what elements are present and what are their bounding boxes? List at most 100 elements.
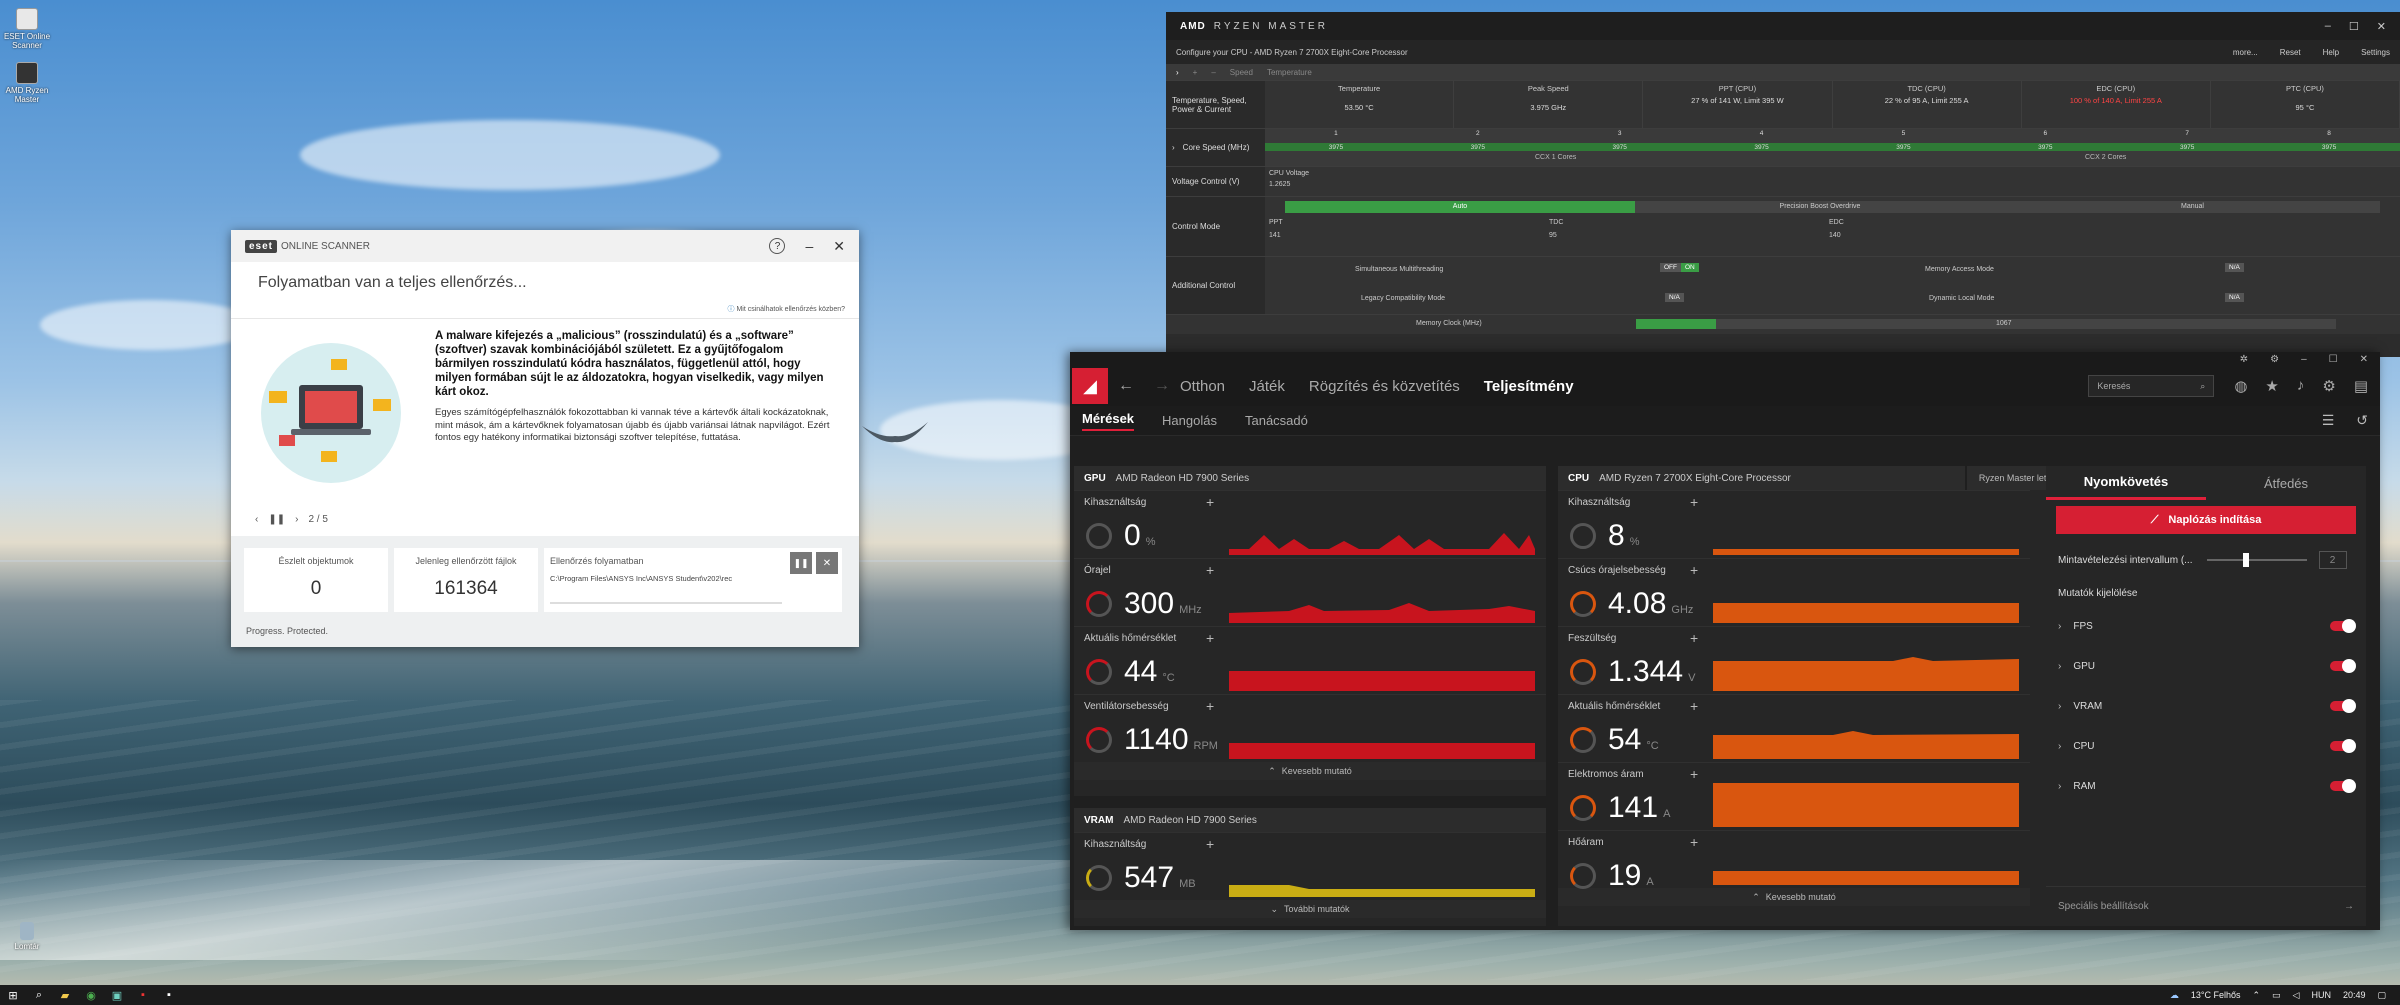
search-icon[interactable]: ⌕ (26, 985, 52, 1005)
globe-icon[interactable]: ◍ (2234, 377, 2247, 395)
mode-manual[interactable]: Manual (2005, 201, 2380, 213)
more-metrics-button[interactable]: ⌄ További mutatók (1074, 900, 1546, 918)
add-profile-icon[interactable]: + (1193, 68, 1198, 77)
clock[interactable]: 20:49 (2343, 990, 2366, 1000)
toggle-switch[interactable] (2330, 699, 2356, 713)
less-metrics-button[interactable]: ⌃ Kevesebb mutató (1074, 762, 1546, 780)
minimize-button[interactable]: – (2325, 20, 2331, 33)
next-tip-button[interactable]: › (295, 514, 298, 525)
bell-icon[interactable]: ♪ (2297, 377, 2305, 395)
file-explorer-icon[interactable]: ▰ (52, 985, 78, 1005)
notifications-icon[interactable]: ▢ (2377, 990, 2386, 1001)
add-metric-icon[interactable]: + (1206, 836, 1214, 852)
tab-temperature[interactable]: Temperature (1267, 68, 1312, 77)
close-button[interactable]: ✕ (833, 238, 845, 255)
desktop-icon-eset[interactable]: ESET Online Scanner (0, 8, 54, 50)
tab-metrics[interactable]: Mérések (1082, 411, 1135, 431)
core-number: 8 (2327, 130, 2331, 137)
metric-toggle-gpu[interactable]: › GPU (2046, 646, 2366, 686)
weather-text[interactable]: 13°C Felhős (2191, 990, 2241, 1000)
tab-gaming[interactable]: Játék (1249, 378, 1285, 395)
back-arrow-icon[interactable]: ← (1108, 377, 1144, 395)
mode-pbo[interactable]: Precision Boost Overdrive (1635, 201, 2005, 213)
forward-arrow-icon[interactable]: → (1144, 377, 1180, 395)
previous-tip-button[interactable]: ‹ (255, 514, 258, 525)
sampling-interval-value[interactable]: 2 (2318, 551, 2347, 569)
adrenalin-taskbar-icon[interactable]: ▪ (130, 985, 156, 1005)
layout-icon[interactable]: ▤ (2354, 377, 2368, 395)
tab-tracking[interactable]: Nyomkövetés (2046, 466, 2206, 500)
tab-record-stream[interactable]: Rögzítés és közvetítés (1309, 378, 1460, 395)
minimize-button[interactable]: – (2301, 354, 2307, 365)
ryzen-app-icon (16, 62, 38, 84)
smt-toggle[interactable]: OFF ON (1660, 263, 1699, 272)
add-metric-icon[interactable]: + (1690, 630, 1698, 646)
tab-speed[interactable]: Speed (1230, 68, 1253, 77)
minimize-button[interactable]: – (805, 238, 813, 254)
tab-performance[interactable]: Teljesítmény (1484, 378, 1574, 395)
sampling-interval-slider[interactable] (2206, 553, 2307, 567)
list-view-icon[interactable]: ☰ (2322, 412, 2335, 429)
toggle-switch[interactable] (2330, 779, 2356, 793)
settings-button[interactable]: Settings (2361, 48, 2390, 57)
pause-tips-button[interactable]: ❚❚ (268, 514, 285, 525)
metric-toggle-ram[interactable]: › RAM (2046, 766, 2366, 806)
desktop-icon-ryzen[interactable]: AMD Ryzen Master (0, 62, 54, 104)
toggle-switch[interactable] (2330, 739, 2356, 753)
core-speed-label[interactable]: › Core Speed (MHz) (1166, 129, 1265, 166)
reset-icon[interactable]: ↺ (2356, 412, 2368, 429)
volume-icon[interactable]: ◁ (2293, 990, 2300, 1001)
close-button[interactable]: ✕ (2360, 354, 2368, 365)
add-metric-icon[interactable]: + (1690, 766, 1698, 782)
tab-home[interactable]: Otthon (1180, 378, 1225, 395)
add-metric-icon[interactable]: + (1690, 562, 1698, 578)
remove-profile-icon[interactable]: – (1211, 68, 1215, 77)
tab-tuning[interactable]: Hangolás (1162, 413, 1217, 428)
reset-button[interactable]: Reset (2280, 48, 2301, 57)
stop-scan-button[interactable]: ✕ (816, 552, 838, 574)
start-logging-button[interactable]: ⟋ Naplózás indítása (2056, 506, 2356, 534)
metric-toggle-fps[interactable]: › FPS (2046, 606, 2366, 646)
stat-value: 100 % of 140 A, Limit 255 A (2069, 96, 2162, 105)
star-icon[interactable]: ★ (2265, 377, 2278, 395)
add-metric-icon[interactable]: + (1206, 494, 1214, 510)
amd-logo-icon[interactable]: ◢ (1072, 368, 1108, 404)
add-metric-icon[interactable]: + (1690, 494, 1698, 510)
app-icon[interactable]: ▣ (104, 985, 130, 1005)
metric-toggle-vram[interactable]: › VRAM (2046, 686, 2366, 726)
expand-icon[interactable]: › (1176, 68, 1179, 77)
add-metric-icon[interactable]: + (1690, 698, 1698, 714)
toggle-switch[interactable] (2330, 619, 2356, 633)
maximize-button[interactable]: ☐ (2349, 20, 2359, 33)
start-button[interactable]: ⊞ (0, 985, 26, 1005)
toggle-switch[interactable] (2330, 659, 2356, 673)
add-metric-icon[interactable]: + (1690, 834, 1698, 850)
search-input[interactable]: Keresés ⌕ (2088, 375, 2215, 397)
bug-report-icon[interactable]: ✲ (2240, 354, 2248, 365)
chrome-icon[interactable]: ◉ (78, 985, 104, 1005)
scan-help-link[interactable]: ⓘ Mit csinálhatok ellenőrzés közben? (231, 304, 859, 314)
help-button[interactable]: Help (2323, 48, 2339, 57)
language-indicator[interactable]: HUN (2311, 990, 2331, 1000)
mode-auto[interactable]: Auto (1285, 201, 1635, 213)
core-number: 4 (1759, 130, 1764, 137)
close-button[interactable]: ✕ (2377, 20, 2386, 33)
more-button[interactable]: more... (2233, 48, 2258, 57)
desktop-icon-recycle-bin[interactable]: Lomtár (0, 922, 54, 951)
maximize-button[interactable]: ☐ (2329, 354, 2338, 365)
metric-toggle-cpu[interactable]: › CPU (2046, 726, 2366, 766)
add-metric-icon[interactable]: + (1206, 562, 1214, 578)
tray-chevron-icon[interactable]: ⌃ (2252, 990, 2260, 1001)
options-icon[interactable]: ⚙ (2270, 354, 2279, 365)
gear-icon[interactable]: ⚙ (2322, 377, 2335, 395)
tab-advisor[interactable]: Tanácsadó (1245, 413, 1308, 428)
add-metric-icon[interactable]: + (1206, 630, 1214, 646)
add-metric-icon[interactable]: + (1206, 698, 1214, 714)
help-button[interactable]: ? (769, 238, 786, 254)
ryzen-taskbar-icon[interactable]: ▪ (156, 985, 182, 1005)
additional-control-row: Additional Control Simultaneous Multithr… (1166, 256, 2400, 314)
pause-scan-button[interactable]: ❚❚ (790, 552, 812, 574)
advanced-settings-link[interactable]: Speciális beállítások → (2046, 886, 2366, 926)
tab-overlay[interactable]: Átfedés (2206, 466, 2366, 500)
network-icon[interactable]: ▭ (2272, 990, 2281, 1001)
